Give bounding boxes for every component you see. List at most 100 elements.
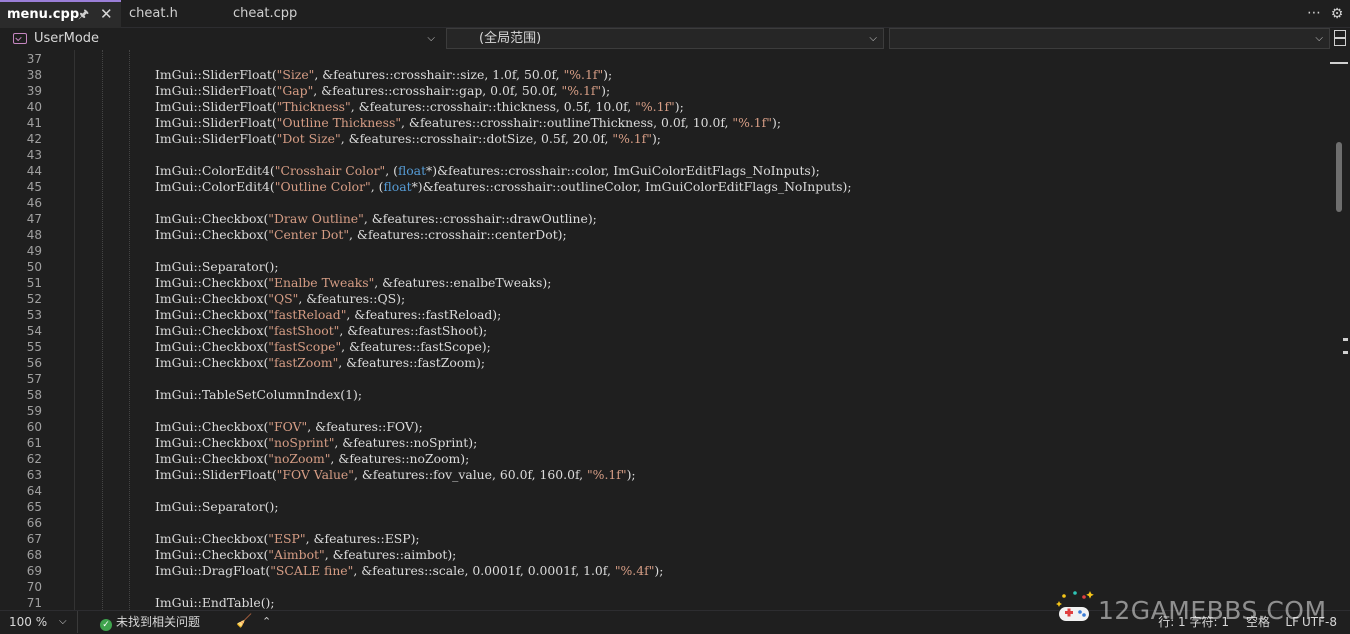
code-line[interactable]: 68 ImGui::Checkbox("Aimbot", &features::a… <box>0 547 1325 563</box>
code-line[interactable]: 42 ImGui::SliderFloat("Dot Size", &featur… <box>0 131 1325 147</box>
code-token: , &features::crosshair::centerDot); <box>349 227 567 242</box>
scope-dropdown-label: (全局范围) <box>479 31 542 46</box>
code-token: , &features::fov_value, 60.0f, 160.0f, <box>353 467 587 482</box>
code-token: , &features::FOV); <box>307 419 423 434</box>
code-line[interactable]: 52 ImGui::Checkbox("QS", &features::QS); <box>0 291 1325 307</box>
chevron-down-icon: ⌵ <box>427 33 435 44</box>
code-token: ImGui::Checkbox( <box>155 339 269 354</box>
scroll-position-marker <box>1330 62 1348 64</box>
zoom-dropdown[interactable]: 100 % ⌵ <box>0 611 78 633</box>
pin-icon[interactable]: 🖈 <box>78 2 89 27</box>
code-line[interactable]: 64 <box>0 483 1325 499</box>
code-line[interactable]: 50 ImGui::Separator(); <box>0 259 1325 275</box>
code-token: ); <box>771 115 781 130</box>
string-literal: "noZoom" <box>268 451 331 466</box>
string-literal: "Dot Size" <box>276 131 341 146</box>
string-literal: "Size" <box>276 67 315 82</box>
code-token: ImGui::Separator(); <box>155 259 279 274</box>
code-line[interactable]: 63 ImGui::SliderFloat("FOV Value", &featu… <box>0 467 1325 483</box>
code-line[interactable]: 40 ImGui::SliderFloat("Thickness", &featu… <box>0 99 1325 115</box>
string-literal: "ESP" <box>268 531 306 546</box>
line-number: 37 <box>26 52 42 66</box>
code-line[interactable]: 48 ImGui::Checkbox("Center Dot", &feature… <box>0 227 1325 243</box>
line-number: 58 <box>26 388 42 402</box>
code-text: ImGui::Checkbox("Enalbe Tweaks", &featur… <box>155 275 551 291</box>
code-token: , &features::noZoom); <box>330 451 470 466</box>
code-token: ImGui::SliderFloat( <box>155 467 277 482</box>
code-token: ); <box>674 99 684 114</box>
code-token: , &features::crosshair::thickness, 0.5f,… <box>350 99 636 114</box>
code-token: , &features::crosshair::dotSize, 0.5f, 2… <box>340 131 613 146</box>
string-literal: "Outline Thickness" <box>276 115 402 130</box>
code-line[interactable]: 47 ImGui::Checkbox("Draw Outline", &featu… <box>0 211 1325 227</box>
code-text: ImGui::Checkbox("fastShoot", &features::… <box>155 323 487 339</box>
code-token: ImGui::SliderFloat( <box>155 67 277 82</box>
code-line[interactable]: 55 ImGui::Checkbox("fastScope", &features… <box>0 339 1325 355</box>
code-line[interactable]: 65 ImGui::Separator(); <box>0 499 1325 515</box>
code-line[interactable]: 56 ImGui::Checkbox("fastZoom", &features:… <box>0 355 1325 371</box>
line-number: 56 <box>26 356 42 370</box>
code-text: ImGui::EndTable(); <box>155 595 275 610</box>
code-token: ); <box>601 83 611 98</box>
tab-cheat-cpp[interactable]: cheat.cpp <box>226 0 326 28</box>
line-number: 51 <box>26 276 42 290</box>
code-line[interactable]: 69 ImGui::DragFloat("SCALE fine", &featur… <box>0 563 1325 579</box>
code-line[interactable]: 54 ImGui::Checkbox("fastShoot", &features… <box>0 323 1325 339</box>
code-line[interactable]: 46 <box>0 195 1325 211</box>
code-token: , &features::crosshair::outlineThickness… <box>401 115 733 130</box>
code-line[interactable]: 67 ImGui::Checkbox("ESP", &features::ESP)… <box>0 531 1325 547</box>
ellipsis-icon[interactable]: ⋯ <box>1304 0 1324 26</box>
line-number: 47 <box>26 212 42 226</box>
code-line[interactable]: 43 <box>0 147 1325 163</box>
string-literal: "Outline Color" <box>274 179 371 194</box>
code-line[interactable]: 38 ImGui::SliderFloat("Size", &features::… <box>0 67 1325 83</box>
code-token: , &features::crosshair::size, 1.0f, 50.0… <box>314 67 564 82</box>
code-token: ImGui::TableSetColumnIndex(1); <box>155 387 363 402</box>
code-token: ImGui::Checkbox( <box>155 227 269 242</box>
code-text: ImGui::Checkbox("noZoom", &features::noZ… <box>155 451 469 467</box>
string-literal: "Crosshair Color" <box>274 163 386 178</box>
chevron-up-icon[interactable]: ⌃ <box>262 611 271 633</box>
code-text: ImGui::Checkbox("fastScope", &features::… <box>155 339 491 355</box>
code-line[interactable]: 61 ImGui::Checkbox("noSprint", &features:… <box>0 435 1325 451</box>
code-token: , &features::crosshair::gap, 0.0f, 50.0f… <box>313 83 562 98</box>
code-line[interactable]: 53 ImGui::Checkbox("fastReload", &feature… <box>0 307 1325 323</box>
code-token: , &features::QS); <box>298 291 406 306</box>
code-line[interactable]: 57 <box>0 371 1325 387</box>
tab-cheat-h[interactable]: cheat.h <box>122 0 230 28</box>
code-token: , &features::fastZoom); <box>338 355 486 370</box>
code-line[interactable]: 59 <box>0 403 1325 419</box>
issues-indicator[interactable]: ✓ 未找到相关问题 <box>100 611 200 633</box>
code-line[interactable]: 62 ImGui::Checkbox("noZoom", &features::n… <box>0 451 1325 467</box>
project-dropdown[interactable]: UserMode ⌵ <box>6 28 442 49</box>
member-dropdown[interactable]: ⌵ <box>889 28 1330 49</box>
gear-icon[interactable]: ⚙ <box>1329 0 1345 28</box>
code-editor[interactable]: 37 38 ImGui::SliderFloat("Size", &features… <box>0 50 1350 610</box>
code-token: ImGui::Checkbox( <box>155 307 269 322</box>
code-line[interactable]: 58 ImGui::TableSetColumnIndex(1); <box>0 387 1325 403</box>
scrollbar-thumb[interactable] <box>1336 142 1342 212</box>
split-editor-icon[interactable] <box>1334 30 1346 46</box>
close-icon[interactable]: ✕ <box>100 2 113 27</box>
code-text: ImGui::Checkbox("Center Dot", &features:… <box>155 227 567 243</box>
code-line[interactable]: 41 ImGui::SliderFloat("Outline Thickness"… <box>0 115 1325 131</box>
code-line[interactable]: 51 ImGui::Checkbox("Enalbe Tweaks", &feat… <box>0 275 1325 291</box>
code-token: ImGui::Checkbox( <box>155 531 269 546</box>
scope-dropdown[interactable]: (全局范围) ⌵ <box>446 28 884 49</box>
code-line[interactable]: 49 <box>0 243 1325 259</box>
code-token: , &features::enalbeTweaks); <box>374 275 552 290</box>
code-line[interactable]: 66 <box>0 515 1325 531</box>
code-line[interactable]: 44 ImGui::ColorEdit4("Crosshair Color", (… <box>0 163 1325 179</box>
code-line[interactable]: 45 ImGui::ColorEdit4("Outline Color", (fl… <box>0 179 1325 195</box>
code-line[interactable]: 39 ImGui::SliderFloat("Gap", &features::c… <box>0 83 1325 99</box>
string-literal: "%.1f" <box>563 67 604 82</box>
code-line[interactable]: 37 <box>0 51 1325 67</box>
line-number: 68 <box>26 548 42 562</box>
string-literal: "SCALE fine" <box>270 563 354 578</box>
code-cleanup-icon[interactable]: 🧹 <box>236 611 252 633</box>
tab-menu-cpp[interactable]: menu.cpp 🖈 ✕ <box>0 0 121 28</box>
vertical-scrollbar[interactable] <box>1333 58 1345 610</box>
line-number: 69 <box>26 564 42 578</box>
code-text: ImGui::Checkbox("QS", &features::QS); <box>155 291 405 307</box>
code-line[interactable]: 60 ImGui::Checkbox("FOV", &features::FOV)… <box>0 419 1325 435</box>
